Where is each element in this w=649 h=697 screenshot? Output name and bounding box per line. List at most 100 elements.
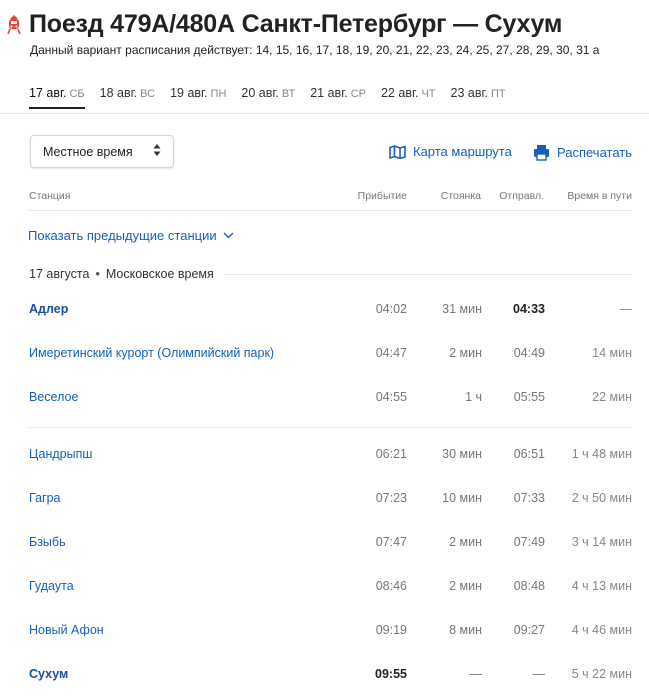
tab-date-label: 23 авг. [450,86,489,100]
stop-duration: 10 мин [442,491,482,505]
tab-weekday-label: ПТ [491,88,506,100]
table-header: Станция Прибытие Стоянка Отправл. Время … [29,190,632,211]
tab-date-22[interactable]: 22 авг. ЧТ [381,86,436,109]
tab-weekday-label: СБ [69,88,85,100]
table-row: Бзыбь 07:47 2 мин 07:49 3 ч 14 мин [29,521,632,565]
arrival-time: 09:19 [375,623,407,637]
tab-date-19[interactable]: 19 авг. ПН [170,86,226,109]
arrival-time: 08:46 [375,579,407,593]
arrival-time: 04:55 [375,390,407,404]
table-row: Цандрыпш 06:21 30 мин 06:51 1 ч 48 мин [29,433,632,477]
map-icon [389,144,406,159]
column-header-departure: Отправл. [499,190,544,202]
route-map-link[interactable]: Карта маршрута [389,144,512,159]
travel-time: 3 ч 14 мин [571,535,632,549]
stop-duration: 30 мин [442,447,482,461]
departure-time: — [532,667,546,681]
timezone-select-value: Местное время [43,144,133,159]
station-link[interactable]: Цандрыпш [29,447,92,461]
table-row: Имеретинский курорт (Олимпийский парк) 0… [29,332,632,376]
stop-duration: 2 мин [449,535,482,549]
travel-time: 4 ч 13 мин [571,579,632,593]
departure-time: 04:49 [513,346,545,360]
show-previous-label: Показать предыдущие станции [28,228,217,243]
departure-time: 07:33 [513,491,545,505]
column-header-station: Станция [29,190,71,202]
stop-duration: 2 мин [449,579,482,593]
tab-weekday-label: ЧТ [421,88,436,100]
sort-arrows-icon [153,143,161,160]
station-link[interactable]: Веселое [29,390,78,404]
tab-date-label: 22 авг. [380,86,419,100]
station-link[interactable]: Адлер [29,302,68,316]
departure-time: 05:55 [513,390,545,404]
schedule-note: Данный вариант расписания действует: 14,… [30,43,600,57]
table-row: Гудаута 08:46 2 мин 08:48 4 ч 13 мин [29,565,632,609]
stop-duration: — [469,667,483,681]
table-row: Веселое 04:55 1 ч 05:55 22 мин [29,376,632,420]
travel-time: 22 мин [592,390,632,404]
station-link[interactable]: Гагра [29,491,60,505]
stop-duration: 31 мин [442,302,482,316]
arrival-time: 04:47 [375,346,407,360]
date-separator: 17 августа • Московское время [29,266,632,282]
station-link[interactable]: Гудаута [29,579,74,593]
timezone-select[interactable]: Местное время [30,135,174,168]
printer-icon [534,145,549,161]
stop-duration: 1 ч [465,390,482,404]
departure-time: 09:27 [513,623,545,637]
arrival-time: 06:21 [375,447,407,461]
departure-time: 07:49 [513,535,545,549]
arrival-time: 09:55 [375,667,407,681]
stop-duration: 2 мин [449,346,482,360]
route-map-label: Карта маршрута [413,144,512,159]
chevron-down-icon [223,232,234,239]
border-divider [29,427,632,428]
column-header-stop: Стоянка [440,190,481,202]
arrival-time: 07:47 [375,535,407,549]
travel-time: — [619,302,633,316]
travel-time: 2 ч 50 мин [571,491,632,505]
station-link[interactable]: Новый Афон [29,623,104,637]
station-link[interactable]: Бзыбь [29,535,66,549]
tab-weekday-label: ВТ [281,88,296,100]
column-header-travel-time: Время в пути [567,190,632,202]
tab-weekday-label: ВС [140,88,156,100]
arrival-time: 04:02 [375,302,407,316]
travel-time: 14 мин [592,346,632,360]
page-title: Поезд 479А/480А Санкт-Петербург — Сухум [29,10,563,38]
tab-date-label: 20 авг. [241,86,279,100]
tab-date-label: 18 авг. [99,86,138,100]
show-previous-stations-link[interactable]: Показать предыдущие станции [28,228,234,243]
page-header: Поезд 479А/480А Санкт-Петербург — Сухум [6,10,649,39]
train-icon [6,14,24,36]
tab-date-label: 21 авг. [310,86,348,100]
tab-date-20[interactable]: 20 авг. ВТ [241,86,295,109]
table-row: Гагра 07:23 10 мин 07:33 2 ч 50 мин [29,477,632,521]
tab-date-18[interactable]: 18 авг. ВС [100,86,155,109]
station-link[interactable]: Сухум [29,667,68,681]
station-link[interactable]: Имеретинский курорт (Олимпийский парк) [29,346,274,360]
tab-weekday-label: СР [350,88,366,100]
tab-date-17[interactable]: 17 авг. СБ [29,86,85,109]
tabs-divider [0,113,649,114]
stop-duration: 8 мин [449,623,482,637]
print-label: Распечатать [557,145,633,160]
bullet-separator: • [95,267,100,281]
date-label: 17 августа [29,267,90,281]
column-header-arrival: Прибытие [357,190,407,202]
travel-time: 5 ч 22 мин [571,667,632,681]
tab-date-23[interactable]: 23 авг. ПТ [451,86,506,109]
departure-time: 06:51 [513,447,545,461]
travel-time: 4 ч 46 мин [571,623,632,637]
tab-date-label: 17 авг. [29,86,67,100]
arrival-time: 07:23 [375,491,407,505]
tab-date-21[interactable]: 21 авг. СР [310,86,366,109]
divider-line [223,273,632,275]
table-row: Сухум 09:55 — — 5 ч 22 мин [29,653,632,697]
timezone-label: Московское время [105,267,214,281]
tab-weekday-label: ПН [210,88,227,100]
departure-time: 08:48 [513,579,545,593]
print-button[interactable]: Распечатать [533,144,632,161]
departure-time: 04:33 [513,302,545,316]
